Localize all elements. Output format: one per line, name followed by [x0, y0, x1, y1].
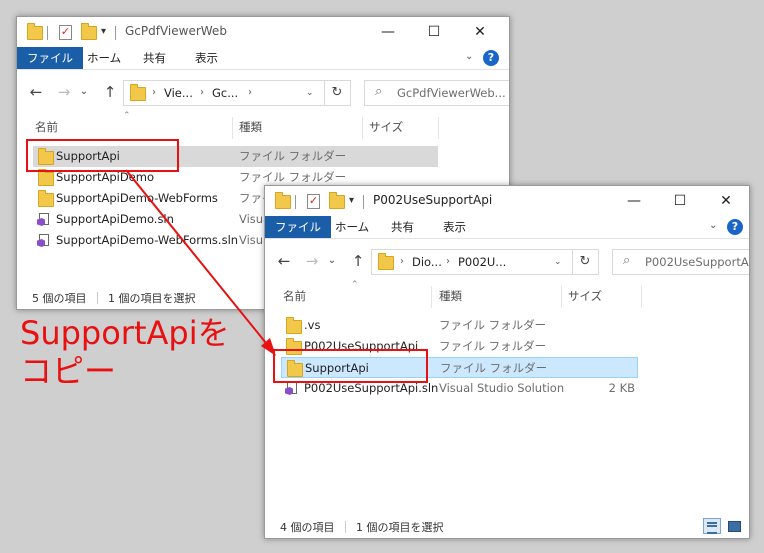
copy-arrow [125, 169, 276, 356]
copy-arrow-line [125, 169, 271, 349]
